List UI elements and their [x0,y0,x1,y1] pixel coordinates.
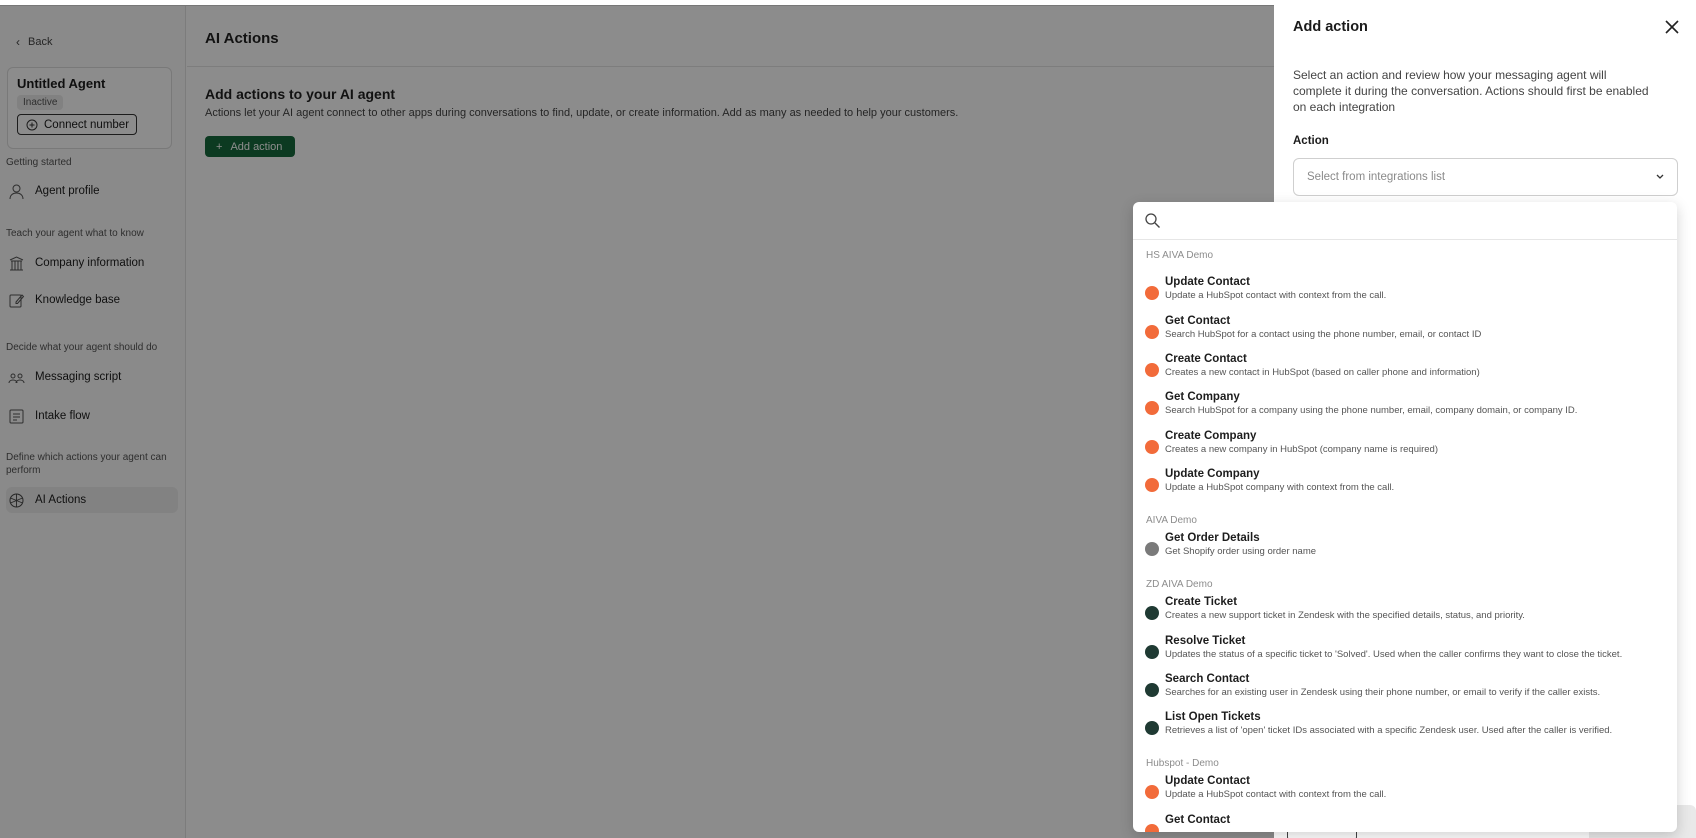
action-field-label: Action [1293,135,1329,147]
option-description: Updates the status of a specific ticket … [1165,649,1623,660]
option-title: Update Contact [1165,775,1250,787]
option-description: Creates a new contact in HubSpot (based … [1165,367,1480,378]
dropdown-option[interactable]: Resolve Ticket Updates the status of a sp… [1133,635,1677,671]
option-title: Get Company [1165,391,1240,403]
option-description: Searches for an existing user in Zendesk… [1165,687,1601,698]
option-title: Create Company [1165,430,1257,442]
dropdown-option[interactable]: Get Company Search HubSpot for a company … [1133,391,1677,427]
drawer-description: Select an action and review how your mes… [1293,68,1649,114]
dropdown-group-label: HS AIVA Demo [1146,250,1214,261]
zendesk-icon [1145,683,1159,697]
dropdown-group-label: ZD AIVA Demo [1146,579,1213,590]
dropdown-option[interactable]: Update Contact Update a HubSpot contact w… [1133,276,1677,312]
option-title: Get Contact [1165,814,1231,826]
select-placeholder: Select from integrations list [1307,171,1446,183]
hubspot-icon [1145,401,1159,415]
option-title: List Open Tickets [1165,711,1261,723]
dropdown-search [1133,202,1677,240]
option-description: Search HubSpot for a company using the p… [1165,405,1578,416]
option-description: Creates a new support ticket in Zendesk … [1165,610,1525,621]
hubspot-icon [1145,440,1159,454]
option-description: Creates a new company in HubSpot (compan… [1165,444,1438,455]
dropdown-group-label: AIVA Demo [1146,515,1197,526]
option-description: Get Shopify order using order name [1165,546,1317,557]
hubspot-icon [1145,824,1159,832]
option-title: Resolve Ticket [1165,635,1246,647]
hubspot-icon [1145,478,1159,492]
dropdown-option[interactable]: Get Contact Search HubSpot for a contact … [1133,315,1677,351]
drawer-title: Add action [1293,19,1368,35]
dropdown-group-label: Hubspot - Demo [1146,758,1219,769]
option-title: Create Ticket [1165,596,1238,608]
hubspot-icon [1145,785,1159,799]
dropdown-option[interactable]: Get Contact [1133,814,1677,832]
chevron-down-icon [1656,174,1664,179]
dropdown-option[interactable]: Create Company Creates a new company in H… [1133,430,1677,466]
zendesk-icon [1145,721,1159,735]
option-title: Update Company [1165,468,1260,480]
dropdown-option[interactable]: Create Ticket Creates a new support ticke… [1133,596,1677,632]
dropdown-option[interactable]: Get Order Details Get Shopify order using… [1133,532,1677,568]
hubspot-icon [1145,286,1159,300]
option-title: Search Contact [1165,673,1250,685]
dropdown-option[interactable]: Search Contact Searches for an existing u… [1133,673,1677,709]
zendesk-icon [1145,645,1159,659]
search-icon [1145,213,1160,228]
zendesk-icon [1145,606,1159,620]
hubspot-icon [1145,363,1159,377]
action-select[interactable]: Select from integrations list [1293,158,1678,196]
option-description: Update a HubSpot contact with context fr… [1165,290,1387,301]
option-title: Get Contact [1165,315,1231,327]
dropdown-option[interactable]: Create Contact Creates a new contact in H… [1133,353,1677,389]
option-description: Search HubSpot for a contact using the p… [1165,329,1482,340]
option-description: Update a HubSpot company with context fr… [1165,482,1395,493]
action-dropdown: HS AIVA Demo Update Contact Update a HubSp… [1133,202,1677,832]
option-title: Create Contact [1165,353,1247,365]
hubspot-icon [1145,325,1159,339]
option-description: Retrieves a list of 'open' ticket IDs as… [1165,725,1613,736]
option-description: Update a HubSpot contact with context fr… [1165,789,1387,800]
dropdown-option[interactable]: Update Company Update a HubSpot company w… [1133,468,1677,504]
close-icon[interactable] [1664,19,1680,35]
option-title: Update Contact [1165,276,1250,288]
shopify-icon [1145,542,1159,556]
dropdown-option[interactable]: List Open Tickets Retrieves a list of 'op… [1133,711,1677,747]
option-title: Get Order Details [1165,532,1260,544]
search-input[interactable] [1169,208,1659,234]
dropdown-option[interactable]: Update Contact Update a HubSpot contact w… [1133,775,1677,811]
